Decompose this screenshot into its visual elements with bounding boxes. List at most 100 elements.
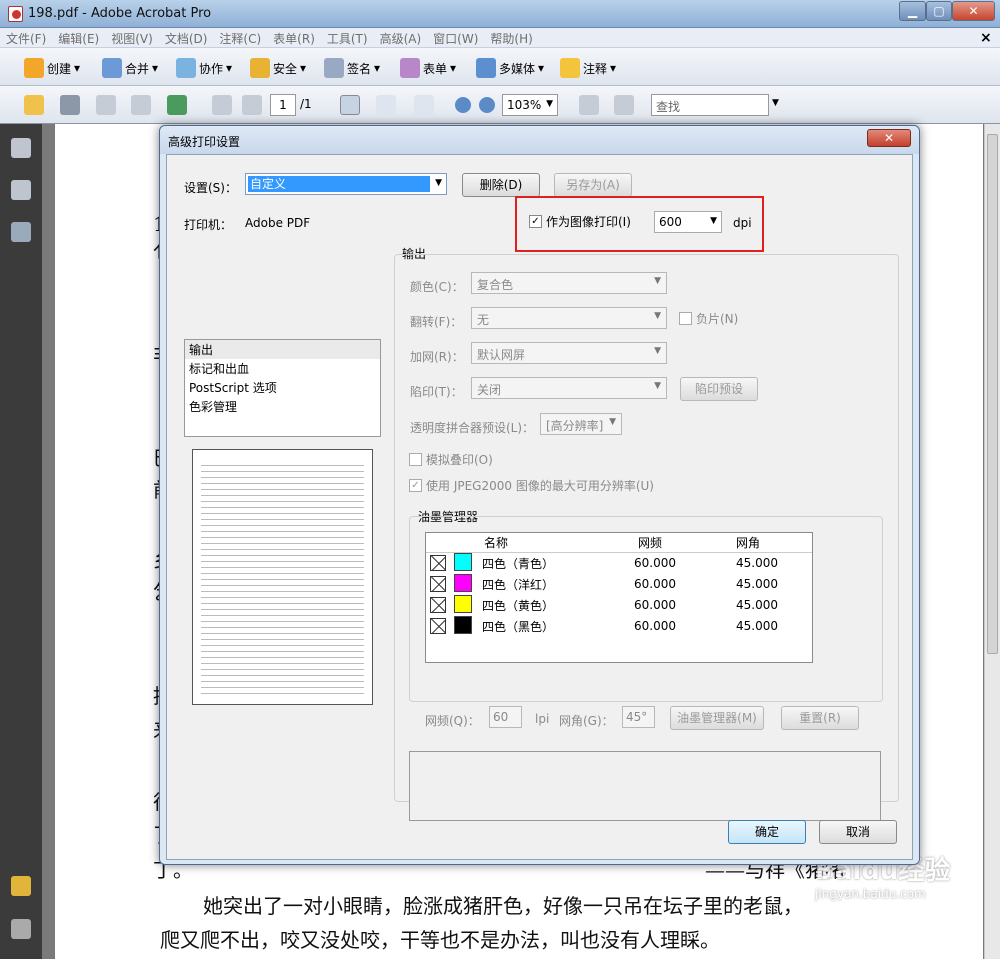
- table-row[interactable]: 四色（洋红） 60.000 45.000: [426, 573, 812, 595]
- table-row[interactable]: 四色（黄色） 60.000 45.000: [426, 594, 812, 616]
- comments-icon[interactable]: [11, 876, 31, 896]
- close-document-icon[interactable]: ×: [980, 30, 992, 46]
- window-titlebar: 198.pdf - Adobe Acrobat Pro ▁ ▢ ✕: [0, 0, 1000, 28]
- print-toggle-icon[interactable]: [430, 617, 446, 634]
- cancel-button[interactable]: 取消: [819, 820, 897, 844]
- jpeg2000-checkbox[interactable]: ✓ 使用 JPEG2000 图像的最大可用分辨率(U): [409, 477, 654, 494]
- print-as-image-checkbox[interactable]: ✓ 作为图像打印(I): [529, 213, 631, 230]
- zoom-out-icon[interactable]: [455, 97, 471, 113]
- menu-bar: 文件(F) 编辑(E) 视图(V) 文档(D) 注释(C) 表单(R) 工具(T) 高级(A)…: [0, 28, 1000, 48]
- chevron-down-icon: ▼: [654, 346, 661, 356]
- sign-button[interactable]: 签名 ▾: [324, 56, 380, 80]
- trap-select[interactable]: 关闭 ▼: [471, 377, 667, 399]
- angle-input[interactable]: 45°: [622, 706, 655, 728]
- attachments-icon[interactable]: [11, 919, 31, 939]
- fit-width-icon[interactable]: [579, 95, 599, 115]
- menu-tools[interactable]: 工具(T): [321, 28, 374, 49]
- marquee-zoom-icon[interactable]: [414, 95, 434, 115]
- secure-button[interactable]: 安全 ▾: [250, 56, 306, 80]
- collaborate-button[interactable]: 协作 ▾: [176, 56, 232, 80]
- table-row[interactable]: 四色（黑色） 60.000 45.000: [426, 615, 812, 637]
- checkbox-checked-icon: ✓: [529, 215, 542, 228]
- trap-presets-button[interactable]: 陷印预设: [680, 377, 758, 401]
- minimize-button[interactable]: ▁: [899, 1, 926, 21]
- bookmarks-icon[interactable]: [11, 180, 31, 200]
- negative-checkbox[interactable]: 负片(N): [679, 310, 738, 327]
- print-toggle-icon[interactable]: [430, 575, 446, 592]
- ok-button[interactable]: 确定: [728, 820, 806, 844]
- upload-icon[interactable]: [167, 95, 187, 115]
- scroll-thumb[interactable]: [987, 134, 998, 654]
- table-row[interactable]: 四色（青色） 60.000 45.000: [426, 552, 812, 574]
- vertical-scrollbar[interactable]: [984, 124, 1000, 959]
- dialog-titlebar: 高级打印设置 ✕: [160, 126, 919, 154]
- flip-select[interactable]: 无 ▼: [471, 307, 667, 329]
- settings-select[interactable]: 自定义 ▼: [245, 173, 447, 195]
- flattener-select[interactable]: [高分辨率] ▼: [540, 413, 622, 435]
- menu-edit[interactable]: 编辑(E): [52, 28, 105, 49]
- pages-icon[interactable]: [11, 138, 31, 158]
- reset-button[interactable]: 重置(R): [781, 706, 859, 730]
- delete-button[interactable]: 删除(D): [462, 173, 540, 197]
- magenta-swatch: [453, 573, 472, 592]
- signatures-icon[interactable]: [11, 222, 31, 242]
- arrow-up-icon[interactable]: [212, 95, 232, 115]
- dialog-close-button[interactable]: ✕: [867, 129, 911, 147]
- simulate-overprint-checkbox[interactable]: 模拟叠印(O): [409, 451, 493, 468]
- printer-value: Adobe PDF: [245, 216, 311, 230]
- combine-button[interactable]: 合并 ▾: [102, 56, 158, 80]
- menu-file[interactable]: 文件(F): [0, 28, 52, 49]
- chevron-down-icon: ▼: [435, 178, 442, 188]
- fit-page-icon[interactable]: [614, 95, 634, 115]
- hand-tool-icon[interactable]: [376, 95, 396, 115]
- acrobat-app-icon: [8, 6, 23, 22]
- menu-document[interactable]: 文档(D): [159, 28, 214, 49]
- save-as-button[interactable]: 另存为(A): [554, 173, 632, 197]
- print-icon[interactable]: [60, 95, 80, 115]
- close-button[interactable]: ✕: [952, 1, 995, 21]
- comment-button[interactable]: 注释 ▾: [560, 56, 616, 80]
- page-text-line: 爬又爬不出，咬又没处咬，干等也不是办法，叫也没有人理睬。: [160, 928, 720, 952]
- multimedia-icon: [476, 58, 496, 78]
- ink-header-frequency: 网频: [638, 535, 663, 550]
- form-icon: [400, 58, 420, 78]
- chevron-down-icon: ▼: [654, 276, 661, 286]
- menu-forms[interactable]: 表单(R): [267, 28, 321, 49]
- multimedia-button[interactable]: 多媒体 ▾: [476, 56, 544, 80]
- arrow-down-icon[interactable]: [242, 95, 262, 115]
- nav-item-output[interactable]: 输出: [185, 340, 380, 359]
- print-toggle-icon[interactable]: [430, 596, 446, 613]
- nav-item-marks-bleeds[interactable]: 标记和出血: [185, 359, 380, 378]
- zoom-in-icon[interactable]: [479, 97, 495, 113]
- save-icon[interactable]: [96, 95, 116, 115]
- create-button[interactable]: 创建 ▾: [24, 56, 80, 80]
- cyan-swatch: [453, 552, 472, 571]
- ink-manager-button[interactable]: 油墨管理器(M): [670, 706, 764, 730]
- task-toolbar: 创建 ▾ 合并 ▾ 协作 ▾ 安全 ▾ 签名 ▾ 表单 ▾ 多媒体 ▾ 注释 ▾: [0, 48, 1000, 86]
- page-text-line: 她突出了一对小眼睛，脸涨成猪肝色，好像一只吊在坛子里的老鼠，: [203, 894, 803, 918]
- find-dropdown-icon[interactable]: ▼: [772, 98, 779, 108]
- page-number-input[interactable]: 1: [270, 94, 296, 116]
- email-icon[interactable]: [131, 95, 151, 115]
- black-swatch: [453, 615, 472, 634]
- menu-help[interactable]: 帮助(H): [484, 28, 538, 49]
- forms-button[interactable]: 表单 ▾: [400, 56, 456, 80]
- screen-select[interactable]: 默认网屏 ▼: [471, 342, 667, 364]
- create-icon: [24, 58, 44, 78]
- menu-view[interactable]: 视图(V): [105, 28, 159, 49]
- print-toggle-icon[interactable]: [430, 554, 446, 571]
- frequency-input[interactable]: 60: [489, 706, 522, 728]
- maximize-button[interactable]: ▢: [926, 1, 952, 21]
- color-select[interactable]: 复合色 ▼: [471, 272, 667, 294]
- nav-item-postscript[interactable]: PostScript 选项: [185, 378, 380, 397]
- dpi-select[interactable]: 600 ▼: [654, 211, 722, 233]
- menu-window[interactable]: 窗口(W): [427, 28, 484, 49]
- menu-advanced[interactable]: 高级(A): [374, 28, 428, 49]
- find-input[interactable]: 查找: [651, 94, 769, 116]
- nav-item-color-management[interactable]: 色彩管理: [185, 397, 380, 416]
- menu-comments[interactable]: 注释(C): [213, 28, 267, 49]
- zoom-select[interactable]: 103% ▼: [502, 94, 558, 116]
- open-folder-icon[interactable]: [24, 95, 44, 115]
- flip-label: 翻转(F)：: [410, 315, 463, 329]
- select-tool-icon[interactable]: [340, 95, 360, 115]
